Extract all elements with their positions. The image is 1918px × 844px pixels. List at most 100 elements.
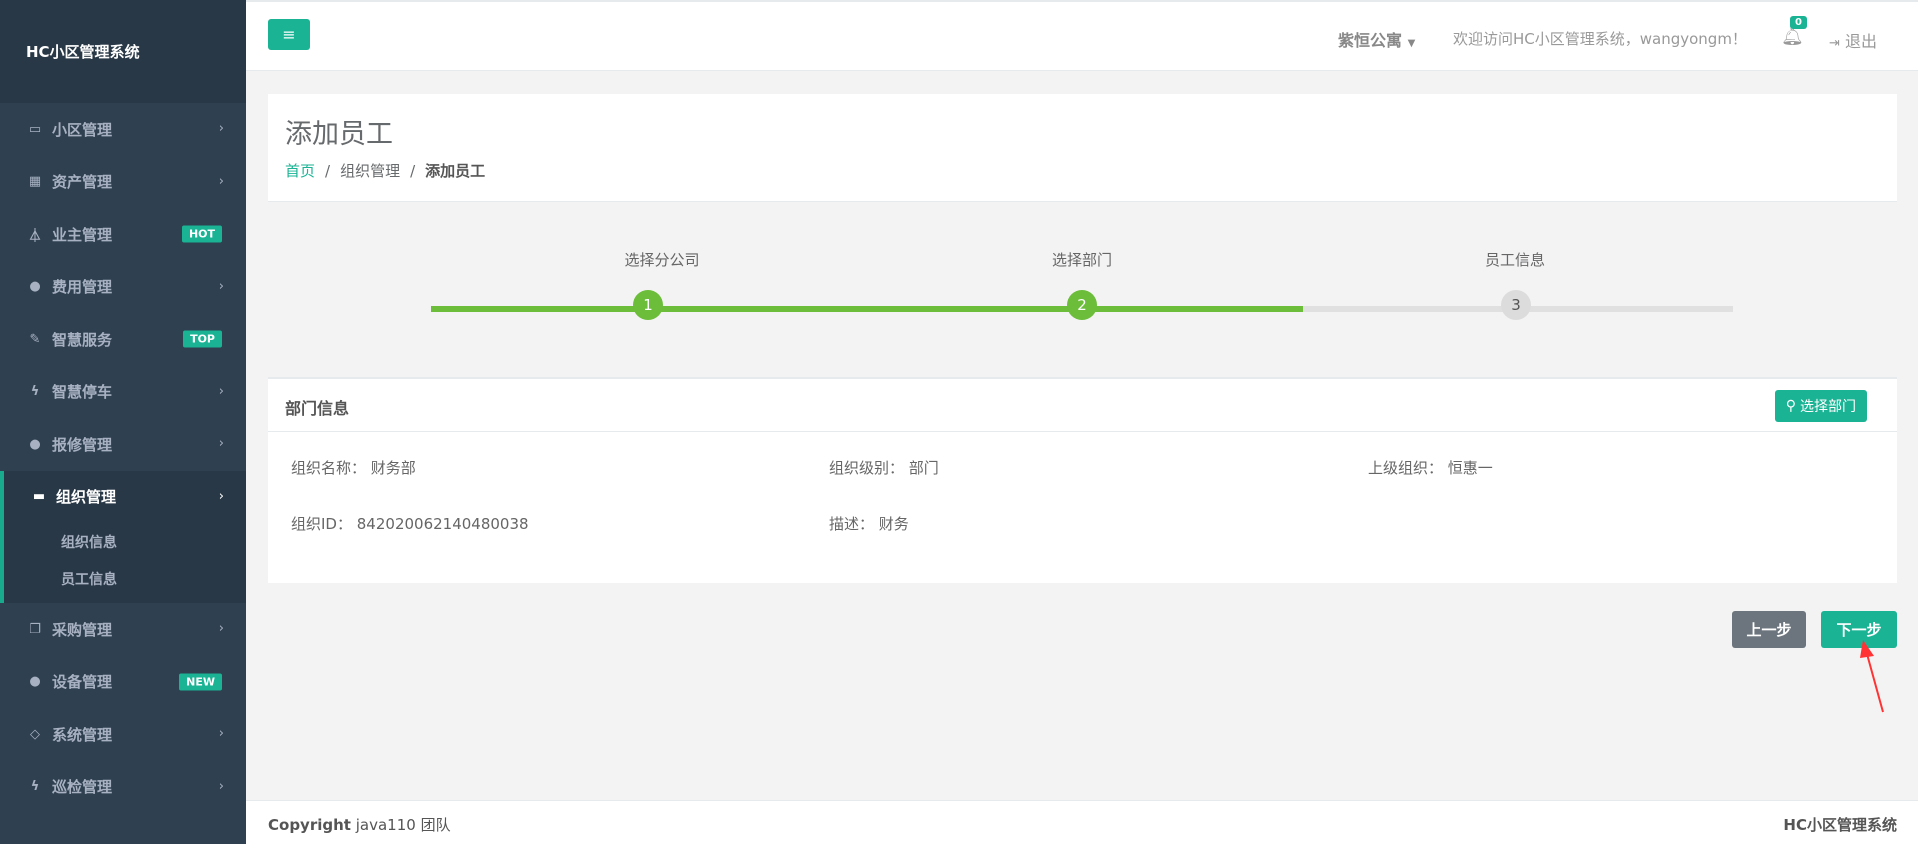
select-department-button[interactable]: ⚲ 选择部门	[1774, 390, 1867, 422]
new-badge: NEW	[179, 673, 222, 691]
sidebar-item-community[interactable]: ▭ 小区管理 ›	[0, 103, 246, 156]
sidebar-item-inspection[interactable]: ϟ 巡检管理 ›	[0, 761, 246, 814]
step-progress: 选择分公司 选择部门 员工信息 1 2 3	[268, 202, 1897, 377]
chevron-right-icon: ›	[218, 488, 224, 504]
logout-link[interactable]: ⇥ 退出	[1829, 28, 1877, 52]
logout-label: 退出	[1845, 32, 1878, 51]
bell-icon: 🔔︎	[1781, 26, 1804, 47]
sidebar-item-assets[interactable]: ▦ 资产管理 ›	[0, 156, 246, 209]
org-name-field: 组织名称： 财务部	[291, 457, 416, 478]
sidebar-item-label: 巡检管理	[52, 778, 113, 797]
org-id-label: 组织ID：	[291, 515, 352, 533]
description-label: 描述：	[829, 515, 875, 533]
chevron-right-icon: ›	[218, 726, 224, 741]
sidebar-item-fees[interactable]: ● 费用管理 ›	[0, 261, 246, 314]
sidebar-item-smart-service[interactable]: ✎ 智慧服务 TOP	[0, 313, 246, 366]
desktop-icon: ▬	[32, 489, 46, 505]
org-level-label: 组织级别：	[829, 459, 905, 477]
copyright-team: java110 团队	[355, 816, 451, 834]
parent-org-field: 上级组织： 恒惠一	[1368, 457, 1493, 478]
page-heading: 添加员工 首页 / 组织管理 / 添加员工	[268, 94, 1897, 202]
hamburger-icon: ≡	[282, 25, 296, 44]
breadcrumb: 首页 / 组织管理 / 添加员工	[285, 162, 486, 180]
sidebar-item-equipment[interactable]: ● 设备管理 NEW	[0, 656, 246, 709]
step-label-2: 选择部门	[1051, 251, 1113, 269]
sidebar-group-organization: ▬ 组织管理 › 组织信息 员工信息	[0, 470, 246, 603]
hot-badge: HOT	[181, 225, 222, 243]
sidebar: HC小区管理系统 ▭ 小区管理 › ▦ 资产管理 › ⏃ 业主管理 HOT ● …	[0, 0, 246, 844]
sidebar-item-system[interactable]: ◇ 系统管理 ›	[0, 708, 246, 761]
step-label-3: 员工信息	[1484, 251, 1546, 269]
card-header: 部门信息 ⚲ 选择部门	[268, 377, 1897, 432]
sidebar-item-label: 采购管理	[52, 620, 113, 639]
org-level-value: 部门	[908, 459, 939, 477]
step-dot-1: 1	[633, 290, 663, 320]
copyright-prefix: Copyright	[268, 816, 351, 834]
select-department-label: 选择部门	[1800, 399, 1856, 415]
org-name-label: 组织名称：	[291, 459, 367, 477]
chevron-right-icon: ›	[218, 121, 224, 136]
sidebar-item-label: 组织管理	[56, 488, 117, 507]
flask-icon: ⏃	[28, 228, 42, 244]
org-name-value: 财务部	[370, 459, 416, 477]
org-id-value: 842020062140480038	[356, 515, 529, 533]
edit-icon: ✎	[29, 331, 41, 347]
sidebar-item-label: 小区管理	[52, 120, 113, 139]
sidebar-item-label: 报修管理	[52, 435, 113, 454]
breadcrumb-home-link[interactable]: 首页	[285, 162, 315, 180]
chevron-right-icon: ›	[218, 436, 224, 451]
notification-count-badge: 0	[1790, 16, 1807, 29]
sidebar-subitem-staff-info[interactable]: 员工信息	[4, 560, 246, 603]
chevron-right-icon: ›	[218, 383, 224, 399]
caret-down-icon: ▼	[1407, 38, 1416, 49]
breadcrumb-item[interactable]: 组织管理	[340, 162, 400, 180]
globe-icon: ●	[29, 279, 41, 295]
previous-step-button[interactable]: 上一步	[1732, 611, 1806, 648]
menu-toggle-button[interactable]: ≡	[268, 19, 310, 50]
sign-out-icon: ⇥	[1829, 36, 1840, 51]
sidebar-item-organization[interactable]: ▬ 组织管理 ›	[4, 471, 246, 524]
step-label-1: 选择分公司	[624, 251, 700, 269]
breadcrumb-current: 添加员工	[425, 162, 486, 180]
sidebar-item-label: 智慧停车	[52, 383, 113, 402]
brand-title: HC小区管理系统	[0, 0, 246, 103]
parent-org-value: 恒惠一	[1447, 459, 1493, 477]
copy-icon: ❐	[29, 621, 41, 637]
sidebar-item-label: 费用管理	[52, 278, 113, 297]
community-dropdown[interactable]: 紫恒公寓 ▼	[1338, 27, 1415, 51]
chevron-right-icon: ›	[218, 173, 224, 189]
sidebar-item-label: 系统管理	[52, 725, 113, 744]
org-level-field: 组织级别： 部门	[829, 457, 939, 478]
sidebar-subitem-org-info[interactable]: 组织信息	[4, 523, 246, 560]
sidebar-item-purchase[interactable]: ❐ 采购管理 ›	[0, 603, 246, 656]
bolt-icon: ϟ	[30, 779, 40, 795]
sidebar-item-repair[interactable]: ● 报修管理 ›	[0, 418, 246, 471]
sidebar-item-parking[interactable]: ϟ 智慧停车 ›	[0, 366, 246, 419]
annotation-arrow	[1860, 640, 1884, 713]
sidebar-item-label: 设备管理	[52, 673, 113, 692]
chevron-right-icon: ›	[218, 621, 224, 636]
card-title: 部门信息	[285, 399, 350, 418]
step-dot-3: 3	[1501, 290, 1531, 320]
globe-icon: ●	[29, 674, 41, 690]
chevron-right-icon: ›	[218, 278, 224, 294]
description-value: 财务	[878, 515, 909, 533]
description-field: 描述： 财务	[829, 513, 909, 534]
org-id-field: 组织ID： 842020062140480038	[291, 513, 529, 534]
laptop-icon: ▭	[28, 121, 42, 137]
grid-icon: ▦	[28, 174, 42, 190]
footer: Copyright java110 团队 HC小区管理系统	[246, 800, 1918, 844]
copyright-text: Copyright java110 团队	[268, 814, 451, 835]
top-badge: TOP	[183, 330, 222, 348]
chevron-right-icon: ›	[218, 778, 224, 794]
sidebar-item-owners[interactable]: ⏃ 业主管理 HOT	[0, 208, 246, 261]
globe-icon: ●	[29, 436, 41, 452]
welcome-text: 欢迎访问HC小区管理系统，wangyongm！	[1453, 30, 1747, 48]
parent-org-label: 上级组织：	[1368, 459, 1444, 477]
community-name: 紫恒公寓	[1338, 31, 1403, 50]
step-dot-2: 2	[1067, 290, 1097, 320]
bolt-icon: ϟ	[30, 384, 40, 400]
sidebar-item-label: 资产管理	[52, 173, 113, 192]
sidebar-item-label: 业主管理	[52, 225, 113, 244]
notification-button[interactable]: 🔔︎ 0	[1781, 16, 1807, 47]
